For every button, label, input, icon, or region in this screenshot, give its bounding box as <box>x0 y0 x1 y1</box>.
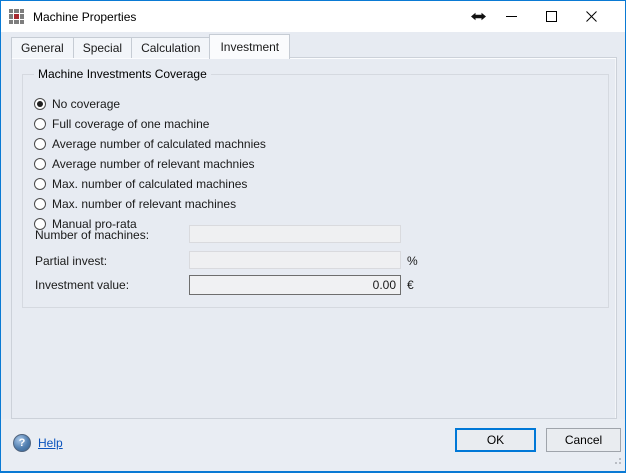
number-of-machines-label: Number of machines: <box>35 228 149 242</box>
machine-properties-dialog: Machine Properties General Special Calcu… <box>0 0 626 473</box>
tab-special[interactable]: Special <box>73 37 132 58</box>
tab-strip: General Special Calculation Investment <box>11 33 289 58</box>
tab-label: Calculation <box>141 41 200 55</box>
radio-button-icon <box>34 158 46 170</box>
caption-buttons <box>465 1 625 32</box>
radio-button-icon <box>34 118 46 130</box>
coverage-options: No coverage Full coverage of one machine… <box>34 94 266 234</box>
tab-label: Investment <box>220 40 279 54</box>
radio-average-relevant[interactable]: Average number of relevant machnies <box>34 154 266 174</box>
radio-label: Full coverage of one machine <box>52 117 209 131</box>
radio-button-icon <box>34 98 46 110</box>
percent-suffix: % <box>407 254 418 268</box>
ok-button[interactable]: OK <box>455 428 536 452</box>
horizontal-resize-icon[interactable] <box>465 1 491 32</box>
radio-label: Max. number of calculated machines <box>52 177 247 191</box>
radio-label: Average number of relevant machnies <box>52 157 255 171</box>
radio-button-icon <box>34 138 46 150</box>
investment-tab-page: Machine Investments Coverage No coverage… <box>11 57 617 419</box>
tab-investment[interactable]: Investment <box>209 34 290 59</box>
radio-max-calculated[interactable]: Max. number of calculated machines <box>34 174 266 194</box>
cancel-button[interactable]: Cancel <box>546 428 621 452</box>
radio-label: Average number of calculated machnies <box>52 137 266 151</box>
help-link-area[interactable]: ? Help <box>13 434 63 452</box>
resize-grip-icon[interactable] <box>612 454 622 468</box>
investment-value-label: Investment value: <box>35 278 129 292</box>
tab-label: General <box>21 41 64 55</box>
close-button[interactable] <box>571 1 611 32</box>
partial-invest-label: Partial invest: <box>35 254 107 268</box>
radio-full-coverage[interactable]: Full coverage of one machine <box>34 114 266 134</box>
window-title: Machine Properties <box>33 10 136 24</box>
euro-suffix: € <box>407 278 414 292</box>
investment-value-input[interactable] <box>189 275 401 295</box>
titlebar[interactable]: Machine Properties <box>1 1 625 32</box>
help-question-icon: ? <box>13 434 31 452</box>
app-logo-icon <box>9 9 24 24</box>
partial-invest-input <box>189 251 401 269</box>
tab-calculation[interactable]: Calculation <box>131 37 210 58</box>
help-link[interactable]: Help <box>38 436 63 450</box>
radio-label: No coverage <box>52 97 120 111</box>
dialog-footer: ? Help OK Cancel <box>1 419 625 471</box>
tab-general[interactable]: General <box>11 37 74 58</box>
maximize-button[interactable] <box>531 1 571 32</box>
radio-no-coverage[interactable]: No coverage <box>34 94 266 114</box>
number-of-machines-input <box>189 225 401 243</box>
tab-label: Special <box>83 41 122 55</box>
machine-investments-coverage-group: Machine Investments Coverage No coverage… <box>22 74 609 308</box>
minimize-button[interactable] <box>491 1 531 32</box>
radio-button-icon <box>34 198 46 210</box>
radio-label: Max. number of relevant machines <box>52 197 236 211</box>
group-title: Machine Investments Coverage <box>34 67 211 81</box>
radio-average-calculated[interactable]: Average number of calculated machnies <box>34 134 266 154</box>
radio-max-relevant[interactable]: Max. number of relevant machines <box>34 194 266 214</box>
radio-button-icon <box>34 178 46 190</box>
